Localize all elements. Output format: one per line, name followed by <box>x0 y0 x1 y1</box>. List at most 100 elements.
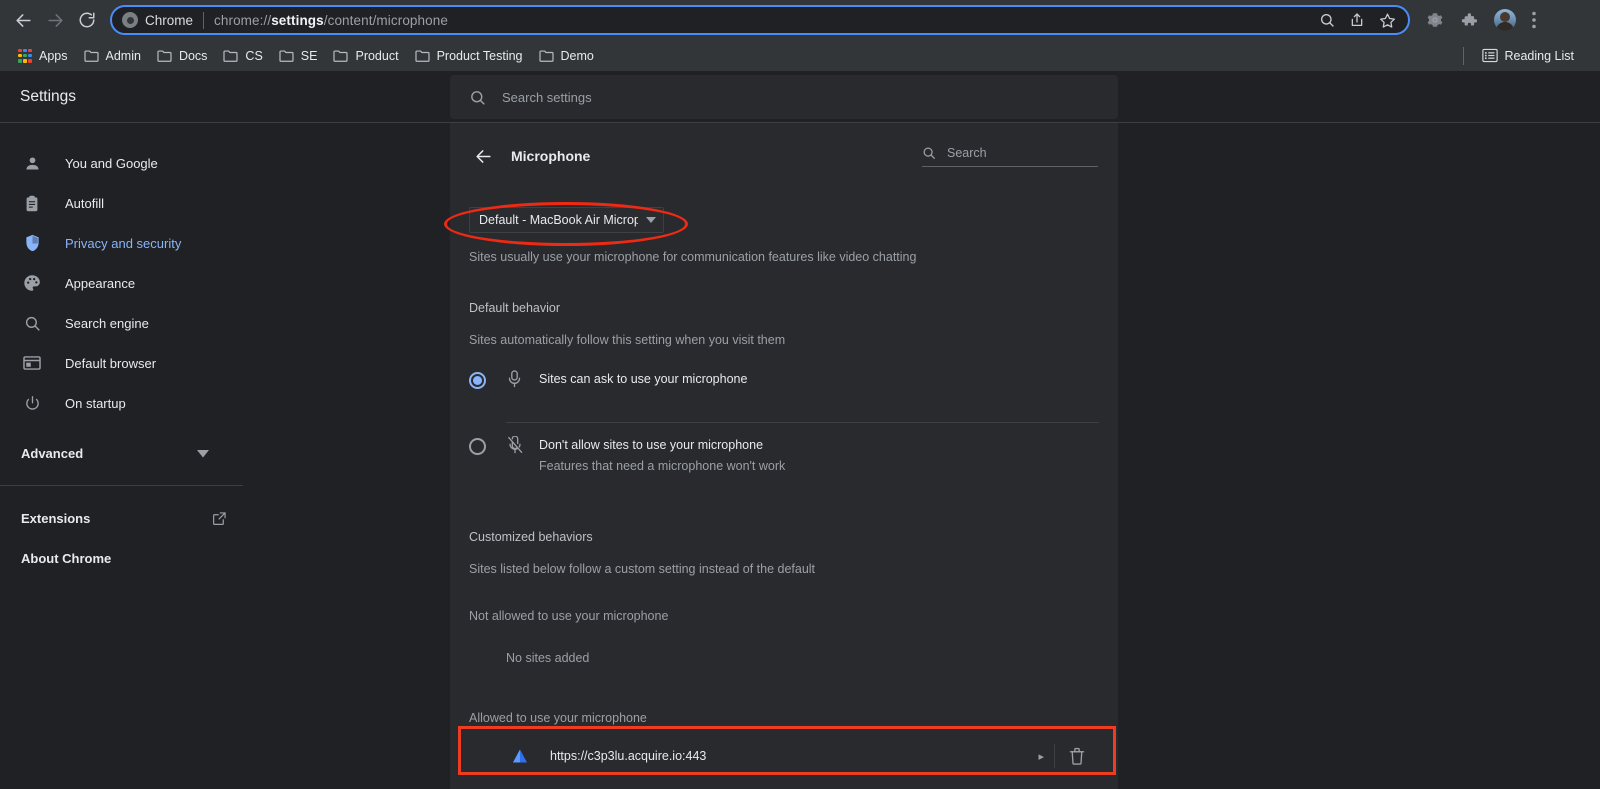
delete-site-button[interactable] <box>1055 734 1099 778</box>
radio-button[interactable] <box>469 372 486 389</box>
search-icon <box>20 311 44 335</box>
search-icon <box>923 147 935 159</box>
page-header: Microphone Search <box>450 123 1118 189</box>
sidebar-item-label: Privacy and security <box>65 235 182 251</box>
page-search-input[interactable]: Search <box>922 146 1098 167</box>
settings-search-input[interactable]: Search settings <box>450 75 1118 119</box>
sidebar-item-default-browser[interactable]: Default browser <box>0 343 450 383</box>
bookmark-cs[interactable]: CS <box>215 46 270 66</box>
options-divider <box>506 422 1099 423</box>
folder-icon <box>333 50 349 62</box>
folder-icon <box>538 50 554 62</box>
chrome-logo-icon <box>122 12 138 28</box>
radio-text: Sites can ask to use your microphone <box>539 370 747 388</box>
address-bar[interactable]: Chrome chrome://settings/content/microph… <box>110 5 1410 35</box>
default-behavior-heading: Default behavior <box>469 301 561 315</box>
browser-toolbar: Chrome chrome://settings/content/microph… <box>0 0 1600 40</box>
reload-button[interactable] <box>72 5 102 35</box>
sidebar-item-extensions[interactable]: Extensions <box>0 498 243 538</box>
bookmark-label: Apps <box>39 48 68 63</box>
shield-icon <box>20 231 44 255</box>
sidebar-advanced-toggle[interactable]: Advanced <box>0 431 243 475</box>
sidebar-item-you-and-google[interactable]: You and Google <box>0 143 450 183</box>
blue-triangle-favicon <box>511 747 529 765</box>
bookmark-label: Docs <box>178 48 208 63</box>
folder-icon <box>279 50 294 62</box>
profile-avatar[interactable] <box>1494 9 1516 31</box>
bookmark-demo[interactable]: Demo <box>531 46 602 66</box>
allowed-site-url: https://c3p3lu.acquire.io:443 <box>550 749 707 763</box>
page-back-button[interactable] <box>468 141 498 171</box>
navigation-buttons <box>0 5 102 35</box>
bookmark-admin[interactable]: Admin <box>76 46 149 66</box>
bookmarks-bar: Apps Admin Docs CS SE Product Product Te… <box>0 40 1600 71</box>
back-button[interactable] <box>8 5 38 35</box>
chevron-right-icon[interactable]: ▸ <box>1038 750 1054 763</box>
customized-behaviors-heading: Customized behaviors <box>469 530 593 544</box>
allowed-site-row[interactable]: https://c3p3lu.acquire.io:443 ▸ <box>469 732 1099 780</box>
sidebar-item-label: Search engine <box>65 315 149 331</box>
radio-sublabel: Features that need a microphone won't wo… <box>539 459 786 473</box>
radio-sites-can-ask[interactable]: Sites can ask to use your microphone <box>450 370 1118 412</box>
sidebar-extensions-label: Extensions <box>21 510 91 526</box>
page-title: Microphone <box>511 148 591 164</box>
radio-label: Don't allow sites to use your microphone <box>539 438 764 452</box>
folder-icon <box>157 50 172 62</box>
bookmarks-bar-right: Reading List <box>1462 45 1591 66</box>
sidebar-item-label: Appearance <box>65 275 136 291</box>
sidebar-item-label: You and Google <box>65 155 158 171</box>
bookmark-star-icon[interactable] <box>1379 12 1396 29</box>
reading-list-button[interactable]: Reading List <box>1474 45 1583 66</box>
settings-topbar: Settings Search settings <box>0 71 1600 123</box>
dropdown-caret-icon <box>646 217 656 223</box>
person-icon <box>20 151 44 175</box>
microphone-device-select[interactable]: Default - MacBook Air Micropl <box>469 207 664 233</box>
forward-button[interactable] <box>40 5 70 35</box>
browser-window-icon <box>20 351 44 375</box>
three-dot-menu-icon[interactable] <box>1532 11 1536 29</box>
bookmark-product-testing[interactable]: Product Testing <box>407 46 531 66</box>
sidebar-item-autofill[interactable]: Autofill <box>0 183 450 223</box>
chevron-down-icon <box>197 446 209 461</box>
radio-label: Sites can ask to use your microphone <box>539 372 748 386</box>
sidebar-item-on-startup[interactable]: On startup <box>0 383 450 423</box>
allowed-heading: Allowed to use your microphone <box>469 711 647 725</box>
bookmark-label: SE <box>300 48 318 63</box>
bookmark-product[interactable]: Product <box>325 46 406 66</box>
radio-dont-allow[interactable]: Don't allow sites to use your microphone… <box>450 436 1118 478</box>
page-intro-text: Sites usually use your microphone for co… <box>469 250 917 264</box>
sidebar-divider <box>0 485 243 486</box>
radio-button[interactable] <box>469 438 486 455</box>
power-icon <box>20 391 44 415</box>
sidebar-item-appearance[interactable]: Appearance <box>0 263 450 303</box>
omnibox-divider <box>203 11 205 29</box>
external-link-icon <box>212 511 227 526</box>
chrome-badge: Chrome <box>122 12 193 28</box>
customized-behaviors-subtitle: Sites listed below follow a custom setti… <box>469 562 816 576</box>
sidebar-item-privacy-and-security[interactable]: Privacy and security <box>0 223 450 263</box>
bookmark-label: Product Testing <box>436 48 523 63</box>
sidebar-item-about-chrome[interactable]: About Chrome <box>0 538 243 578</box>
microphone-icon <box>507 370 527 388</box>
microphone-settings-panel: Microphone Search Default - MacBook Air … <box>450 123 1118 789</box>
bookmark-docs[interactable]: Docs <box>149 46 215 66</box>
clipboard-icon <box>20 191 44 215</box>
palette-icon <box>20 271 44 295</box>
bookmark-label: CS <box>245 48 263 63</box>
settings-title: Settings <box>20 88 77 105</box>
sidebar-item-search-engine[interactable]: Search engine <box>0 303 450 343</box>
puzzle-extensions-icon[interactable] <box>1460 11 1478 29</box>
extensions-gear-icon[interactable] <box>1426 11 1444 29</box>
device-select-value: Default - MacBook Air Micropl <box>479 213 638 227</box>
search-icon[interactable] <box>1319 12 1335 28</box>
url-highlight: settings <box>271 12 324 28</box>
sidebar-about-label: About Chrome <box>21 550 112 566</box>
apps-grid-icon <box>18 48 32 63</box>
omnibox-actions <box>1319 12 1402 29</box>
share-icon[interactable] <box>1349 12 1365 28</box>
bookmark-apps[interactable]: Apps <box>10 46 76 66</box>
sidebar-item-label: Autofill <box>65 195 105 211</box>
folder-icon <box>83 50 99 62</box>
bookmark-se[interactable]: SE <box>271 46 326 66</box>
reading-list-icon <box>1481 48 1498 63</box>
